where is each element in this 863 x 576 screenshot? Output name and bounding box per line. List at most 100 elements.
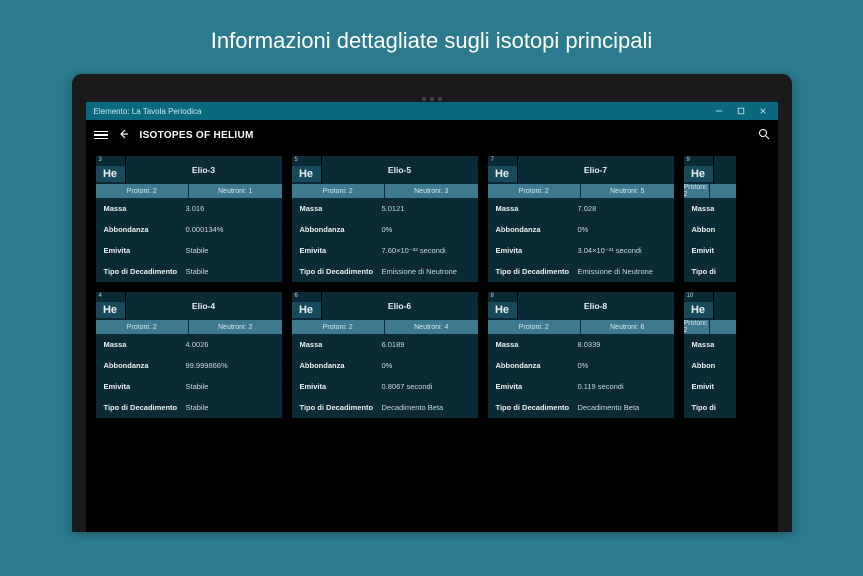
protons-label: Protoni: 2: [488, 320, 582, 334]
screen-title: ISOTOPES OF HELIUM: [140, 130, 254, 141]
card-header: 4 He Elio-4: [96, 292, 282, 320]
isotope-card[interactable]: 4 He Elio-4 Protoni: 2 Neutroni: 2 Massa…: [96, 292, 282, 418]
properties: Massa 8.0339 Abbondanza 0% Emivita 0.119…: [488, 334, 674, 418]
mass-number: 7: [491, 157, 494, 163]
element-symbol: He: [488, 166, 517, 182]
symbol-block: 7 He: [488, 156, 518, 184]
abundance-value: 0%: [578, 225, 666, 234]
decay-row: Tipo di: [684, 261, 736, 282]
isotope-card[interactable]: 7 He Elio-7 Protoni: 2 Neutroni: 5 Massa…: [488, 156, 674, 282]
protons-label: Protoni: 2: [684, 320, 711, 334]
properties: Massa 7.028 Abbondanza 0% Emivita 3.04×1…: [488, 198, 674, 282]
protons-label: Protoni: 2: [292, 320, 386, 334]
halflife-row: Emivita 0.8067 secondi: [292, 376, 478, 397]
halflife-value: 0.8067 secondi: [382, 382, 470, 391]
abundance-row: Abbondanza 0%: [488, 219, 674, 240]
properties: Massa 4.0026 Abbondanza 99.999866% Emivi…: [96, 334, 282, 418]
symbol-block: 5 He: [292, 156, 322, 184]
window-controls: [708, 102, 774, 120]
properties: Massa 3.016 Abbondanza 0.000134% Emivita…: [96, 198, 282, 282]
abundance-value: 0%: [382, 361, 470, 370]
halflife-row: Emivita 7.60×10⁻²² secondi: [292, 240, 478, 261]
abundance-value: 0%: [382, 225, 470, 234]
mass-row: Massa 6.0189: [292, 334, 478, 355]
camera-dots: [86, 88, 778, 96]
decay-label: Tipo di Decadimento: [496, 267, 578, 276]
maximize-button[interactable]: [730, 102, 752, 120]
symbol-block: 6 He: [292, 292, 322, 320]
screen: Elemento: La Tavola Periodica ISOTOP: [86, 102, 778, 532]
decay-label: Tipo di: [692, 267, 728, 276]
isotope-card[interactable]: 10 He Protoni: 2 Massa Abbon Emivit T: [684, 292, 736, 418]
halflife-value: Stabile: [186, 246, 274, 255]
abundance-value: 0%: [578, 361, 666, 370]
isotope-card[interactable]: 9 He Protoni: 2 Massa Abbon Emivit Ti: [684, 156, 736, 282]
back-button[interactable]: [118, 128, 130, 143]
symbol-block: 4 He: [96, 292, 126, 320]
isotope-card[interactable]: 3 He Elio-3 Protoni: 2 Neutroni: 1 Massa…: [96, 156, 282, 282]
abundance-row: Abbondanza 99.999866%: [96, 355, 282, 376]
close-button[interactable]: [752, 102, 774, 120]
card-header: 5 He Elio-5: [292, 156, 478, 184]
decay-row: Tipo di Decadimento Stabile: [96, 397, 282, 418]
isotope-name: Elio-8: [518, 292, 674, 320]
isotope-name: [714, 156, 736, 184]
mass-label: Massa: [104, 340, 186, 349]
abundance-row: Abbondanza 0%: [292, 355, 478, 376]
halflife-row: Emivita 0.119 secondi: [488, 376, 674, 397]
isotope-name: Elio-7: [518, 156, 674, 184]
page-title: Informazioni dettagliate sugli isotopi p…: [0, 0, 863, 74]
decay-value: Stabile: [186, 267, 274, 276]
app-bar: ISOTOPES OF HELIUM: [86, 120, 778, 150]
halflife-label: Emivita: [104, 246, 186, 255]
abundance-label: Abbondanza: [104, 225, 186, 234]
decay-value: Emissione di Neutrone: [578, 267, 666, 276]
isotope-card[interactable]: 8 He Elio-8 Protoni: 2 Neutroni: 6 Massa…: [488, 292, 674, 418]
neutrons-label: [710, 320, 736, 334]
proton-neutron-row: Protoni: 2 Neutroni: 4: [292, 320, 478, 334]
decay-label: Tipo di Decadimento: [496, 403, 578, 412]
neutrons-label: Neutroni: 4: [385, 320, 478, 334]
isotope-card[interactable]: 6 He Elio-6 Protoni: 2 Neutroni: 4 Massa…: [292, 292, 478, 418]
decay-row: Tipo di Decadimento Stabile: [96, 261, 282, 282]
hamburger-icon[interactable]: [94, 131, 108, 140]
mass-row: Massa: [684, 334, 736, 355]
mass-number: 4: [99, 293, 102, 299]
protons-label: Protoni: 2: [96, 184, 190, 198]
mass-row: Massa: [684, 198, 736, 219]
mass-number: 9: [687, 157, 690, 163]
mass-value: 7.028: [578, 204, 666, 213]
decay-value: Stabile: [186, 403, 274, 412]
abundance-row: Abbondanza 0%: [488, 355, 674, 376]
element-symbol: He: [96, 302, 125, 318]
properties: Massa Abbon Emivit Tipo di: [684, 198, 736, 282]
element-symbol: He: [292, 166, 321, 182]
decay-value: Emissione di Neutrone: [382, 267, 470, 276]
mass-number: 5: [295, 157, 298, 163]
search-icon[interactable]: [758, 128, 770, 143]
mass-value: 6.0189: [382, 340, 470, 349]
neutrons-label: Neutroni: 2: [189, 320, 282, 334]
abundance-row: Abbon: [684, 355, 736, 376]
mass-label: Massa: [300, 340, 382, 349]
halflife-row: Emivit: [684, 240, 736, 261]
mass-number: 3: [99, 157, 102, 163]
minimize-button[interactable]: [708, 102, 730, 120]
card-header: 7 He Elio-7: [488, 156, 674, 184]
mass-value: 4.0026: [186, 340, 274, 349]
isotope-name: Elio-3: [126, 156, 282, 184]
abundance-row: Abbon: [684, 219, 736, 240]
abundance-label: Abbondanza: [300, 225, 382, 234]
neutrons-label: Neutroni: 3: [385, 184, 478, 198]
protons-label: Protoni: 2: [488, 184, 582, 198]
mass-row: Massa 5.0121: [292, 198, 478, 219]
proton-neutron-row: Protoni: 2: [684, 184, 736, 198]
isotope-card[interactable]: 5 He Elio-5 Protoni: 2 Neutroni: 3 Massa…: [292, 156, 478, 282]
properties: Massa 6.0189 Abbondanza 0% Emivita 0.806…: [292, 334, 478, 418]
proton-neutron-row: Protoni: 2 Neutroni: 2: [96, 320, 282, 334]
isotope-name: Elio-5: [322, 156, 478, 184]
isotope-name: [714, 292, 736, 320]
element-symbol: He: [96, 166, 125, 182]
abundance-value: 0.000134%: [186, 225, 274, 234]
decay-row: Tipo di Decadimento Emissione di Neutron…: [292, 261, 478, 282]
